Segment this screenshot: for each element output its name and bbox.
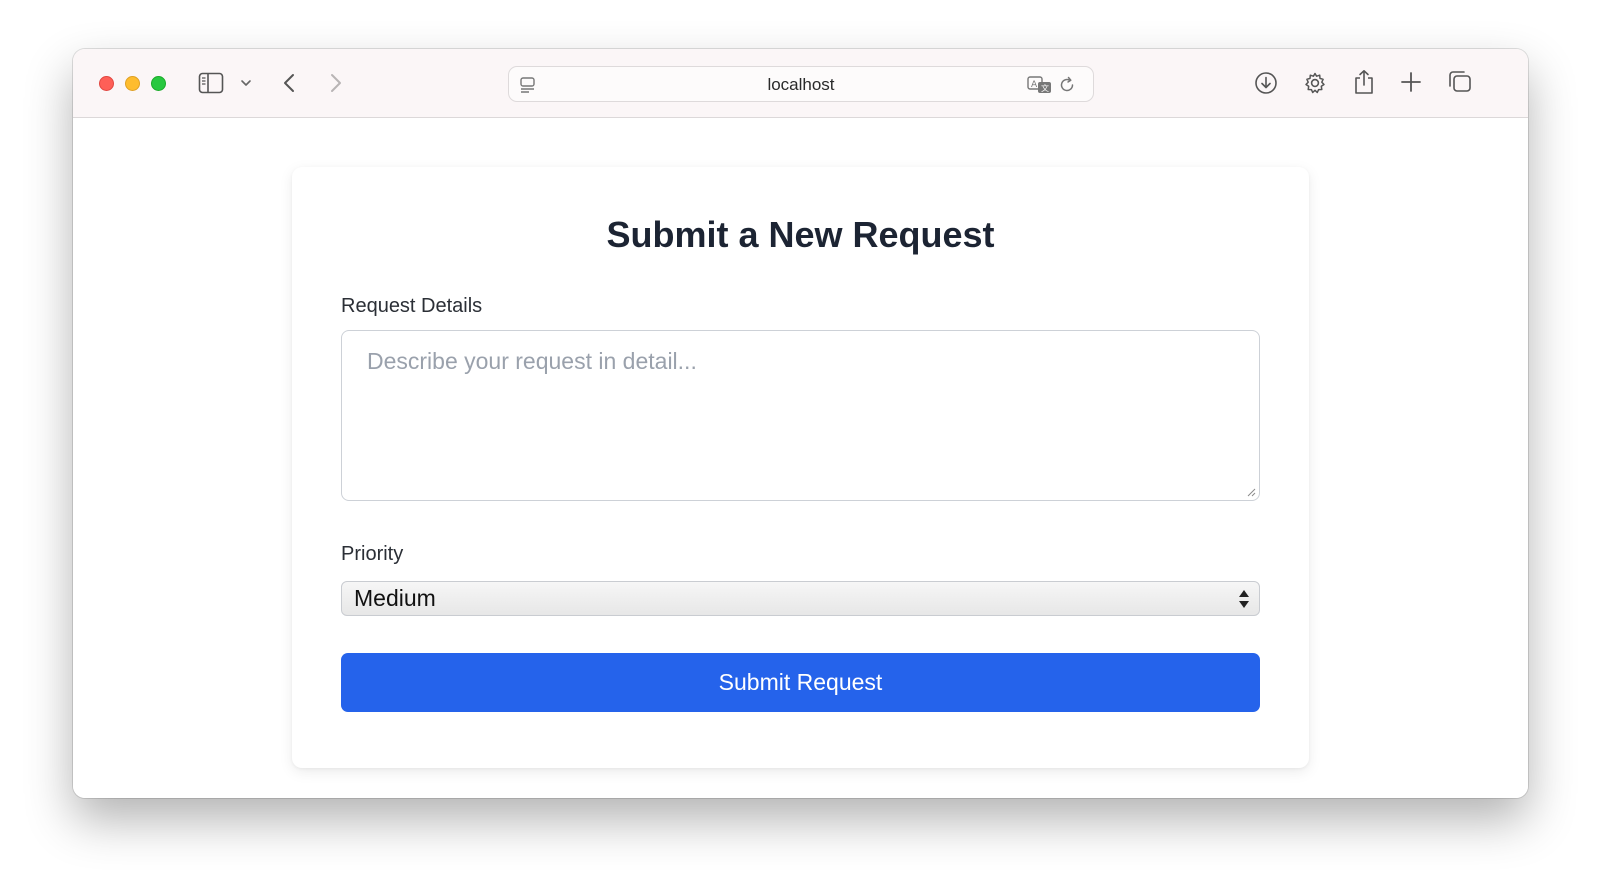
- close-window-button[interactable]: [99, 76, 114, 91]
- address-bar[interactable]: localhost A文: [508, 66, 1094, 102]
- download-icon[interactable]: [1253, 70, 1279, 96]
- minimize-window-button[interactable]: [125, 76, 140, 91]
- chevron-down-icon[interactable]: [239, 77, 253, 89]
- request-details-label: Request Details: [341, 295, 483, 317]
- translate-icon[interactable]: A文: [1027, 74, 1053, 96]
- request-form-card: Submit a New Request Request Details Des…: [292, 167, 1309, 768]
- tab-overview-icon[interactable]: [1446, 69, 1474, 95]
- request-details-placeholder: Describe your request in detail...: [367, 348, 697, 374]
- reload-icon[interactable]: [1057, 75, 1077, 95]
- browser-window: localhost A文 Submit a New Request Reques…: [73, 49, 1528, 798]
- svg-text:文: 文: [1041, 83, 1049, 93]
- svg-text:A: A: [1031, 80, 1038, 90]
- sidebar-icon[interactable]: [198, 71, 224, 95]
- browser-toolbar: localhost A文: [73, 49, 1528, 118]
- submit-request-button[interactable]: Submit Request: [341, 653, 1260, 712]
- back-icon[interactable]: [279, 70, 299, 96]
- page-title: Submit a New Request: [606, 214, 995, 255]
- forward-icon[interactable]: [326, 70, 346, 96]
- priority-selected-value: Medium: [354, 585, 436, 611]
- new-tab-icon[interactable]: [1399, 70, 1423, 94]
- maximize-window-button[interactable]: [151, 76, 166, 91]
- page-content: Submit a New Request Request Details Des…: [73, 119, 1528, 798]
- priority-label: Priority: [341, 543, 404, 565]
- gear-icon[interactable]: [1302, 70, 1328, 96]
- resize-handle-icon[interactable]: [1246, 487, 1256, 497]
- select-arrows-icon: [1239, 590, 1249, 608]
- request-details-textarea[interactable]: Describe your request in detail...: [341, 330, 1260, 501]
- priority-select[interactable]: Medium: [341, 581, 1260, 616]
- url-text: localhost: [767, 75, 835, 94]
- share-icon[interactable]: [1351, 68, 1377, 96]
